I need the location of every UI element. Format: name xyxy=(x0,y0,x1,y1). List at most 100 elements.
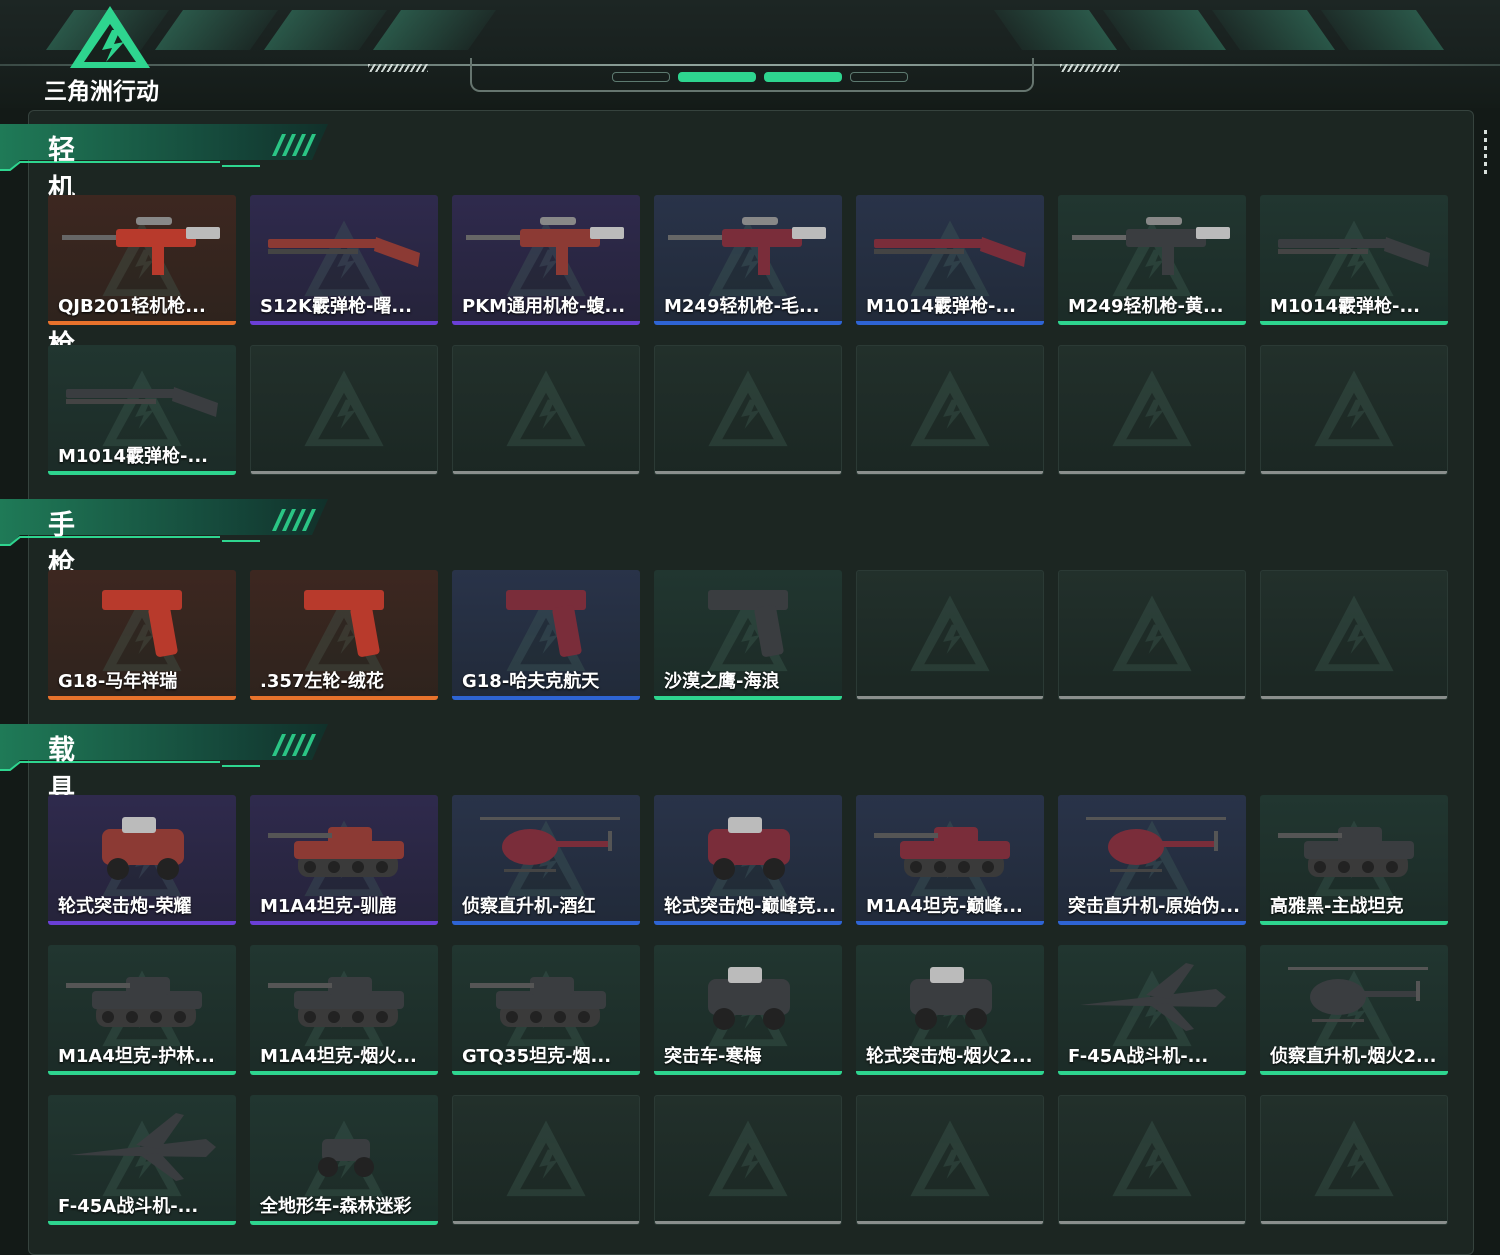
empty-slot xyxy=(654,1095,842,1225)
item-name: M1A4坦克-巅峰... xyxy=(866,896,1023,917)
tank-icon xyxy=(258,801,430,893)
item-tile[interactable]: M1014霰弹枪-... xyxy=(48,345,236,475)
item-tile[interactable]: S12K霰弹枪-曙... xyxy=(250,195,438,325)
item-name: F-45A战斗机-... xyxy=(58,1196,199,1217)
pistol-icon xyxy=(460,576,632,668)
rarity-bar xyxy=(654,921,842,925)
rarity-bar xyxy=(1260,1071,1448,1075)
item-tile[interactable]: 轮式突击炮-荣耀 xyxy=(48,795,236,925)
item-tile[interactable]: M1A4坦克-烟火... xyxy=(250,945,438,1075)
item-tile[interactable]: F-45A战斗机-... xyxy=(48,1095,236,1225)
item-name: F-45A战斗机-... xyxy=(1068,1046,1209,1067)
empty-bar xyxy=(1261,1221,1447,1224)
item-tile[interactable]: M1014霰弹枪-... xyxy=(856,195,1044,325)
item-tile[interactable]: M249轻机枪-黄... xyxy=(1058,195,1246,325)
watermark-logo-icon xyxy=(906,367,994,453)
item-tile[interactable]: 高雅黑-主战坦克 xyxy=(1260,795,1448,925)
item-tile[interactable]: M1A4坦克-驯鹿 xyxy=(250,795,438,925)
item-name: QJB201轻机枪... xyxy=(58,296,206,317)
item-tile[interactable]: 沙漠之鹰-海浪 xyxy=(654,570,842,700)
rarity-bar xyxy=(1260,921,1448,925)
item-tile[interactable]: 突击车-寒梅 xyxy=(654,945,842,1075)
shotgun-icon xyxy=(864,201,1036,293)
empty-bar xyxy=(857,696,1043,699)
page-indicator-dot xyxy=(612,72,670,82)
rarity-bar xyxy=(452,696,640,700)
empty-slot xyxy=(1058,1095,1246,1225)
watermark-logo-icon xyxy=(300,367,388,453)
helicopter-icon xyxy=(460,801,632,893)
item-name: 高雅黑-主战坦克 xyxy=(1270,896,1404,917)
item-tile[interactable]: 侦察直升机-烟火2... xyxy=(1260,945,1448,1075)
watermark-logo-icon xyxy=(1310,592,1398,678)
item-tile[interactable]: 突击直升机-原始伪... xyxy=(1058,795,1246,925)
logo-text: 三角洲行动 xyxy=(44,79,159,105)
empty-bar xyxy=(1059,471,1245,474)
empty-bar xyxy=(655,471,841,474)
item-tile[interactable]: GTQ35坦克-烟... xyxy=(452,945,640,1075)
item-name: 轮式突击炮-荣耀 xyxy=(58,896,192,917)
shotgun-icon xyxy=(1268,201,1440,293)
empty-slot xyxy=(250,345,438,475)
item-tile[interactable]: 轮式突击炮-巅峰竞... xyxy=(654,795,842,925)
item-tile[interactable]: PKM通用机枪-蝮... xyxy=(452,195,640,325)
item-name: 突击车-寒梅 xyxy=(664,1046,762,1067)
item-tile[interactable]: M1014霰弹枪-... xyxy=(1260,195,1448,325)
scrollbar[interactable] xyxy=(1484,130,1487,178)
rarity-bar xyxy=(48,696,236,700)
empty-bar xyxy=(1261,696,1447,699)
watermark-logo-icon xyxy=(502,1117,590,1203)
attack-helicopter-icon xyxy=(1066,801,1238,893)
item-tile[interactable]: F-45A战斗机-... xyxy=(1058,945,1246,1075)
empty-slot xyxy=(856,1095,1044,1225)
machine-gun-icon xyxy=(460,201,632,293)
assault-vehicle-icon xyxy=(662,951,834,1043)
item-tile[interactable]: .357左轮-绒花 xyxy=(250,570,438,700)
empty-slot xyxy=(1260,345,1448,475)
item-tile[interactable]: M1A4坦克-巅峰... xyxy=(856,795,1044,925)
item-tile[interactable]: G18-马年祥瑞 xyxy=(48,570,236,700)
item-tile[interactable]: 全地形车-森林迷彩 xyxy=(250,1095,438,1225)
armored-car-icon xyxy=(56,801,228,893)
item-name: M1A4坦克-驯鹿 xyxy=(260,896,397,917)
watermark-logo-icon xyxy=(1310,1117,1398,1203)
watermark-logo-icon xyxy=(1310,367,1398,453)
item-tile[interactable]: M249轻机枪-毛... xyxy=(654,195,842,325)
watermark-logo-icon xyxy=(906,1117,994,1203)
item-name: 沙漠之鹰-海浪 xyxy=(664,671,780,692)
empty-bar xyxy=(857,1221,1043,1224)
page-indicator xyxy=(612,72,908,82)
rarity-bar xyxy=(1260,321,1448,325)
fighter-jet-icon xyxy=(1066,951,1238,1043)
lmg-icon xyxy=(662,201,834,293)
top-header: 三角洲行动 xyxy=(0,0,1500,108)
item-tile[interactable]: G18-哈夫克航天 xyxy=(452,570,640,700)
item-name: M1A4坦克-护林... xyxy=(58,1046,215,1067)
rarity-bar xyxy=(48,471,236,475)
empty-slot xyxy=(654,345,842,475)
empty-slot xyxy=(452,1095,640,1225)
item-name: G18-哈夫克航天 xyxy=(462,671,600,692)
shotgun-icon xyxy=(56,351,228,443)
item-name: 突击直升机-原始伪... xyxy=(1068,896,1240,917)
fighter-jet-icon xyxy=(56,1101,228,1193)
empty-bar xyxy=(655,1221,841,1224)
rarity-bar xyxy=(48,1071,236,1075)
page-indicator-dot-active xyxy=(764,72,842,82)
item-name: M1014霰弹枪-... xyxy=(58,446,208,467)
item-name: M1014霰弹枪-... xyxy=(1270,296,1420,317)
rarity-bar xyxy=(654,1071,842,1075)
item-tile[interactable]: M1A4坦克-护林... xyxy=(48,945,236,1075)
header-hatch-right xyxy=(1060,64,1120,72)
tank-icon xyxy=(460,951,632,1043)
rarity-bar xyxy=(1058,321,1246,325)
watermark-logo-icon xyxy=(1108,1117,1196,1203)
armored-car-icon xyxy=(662,801,834,893)
item-tile[interactable]: QJB201轻机枪... xyxy=(48,195,236,325)
item-name: G18-马年祥瑞 xyxy=(58,671,178,692)
watermark-logo-icon xyxy=(906,592,994,678)
item-tile[interactable]: 轮式突击炮-烟火2... xyxy=(856,945,1044,1075)
item-tile[interactable]: 侦察直升机-酒红 xyxy=(452,795,640,925)
empty-slot xyxy=(856,570,1044,700)
rarity-bar xyxy=(452,321,640,325)
